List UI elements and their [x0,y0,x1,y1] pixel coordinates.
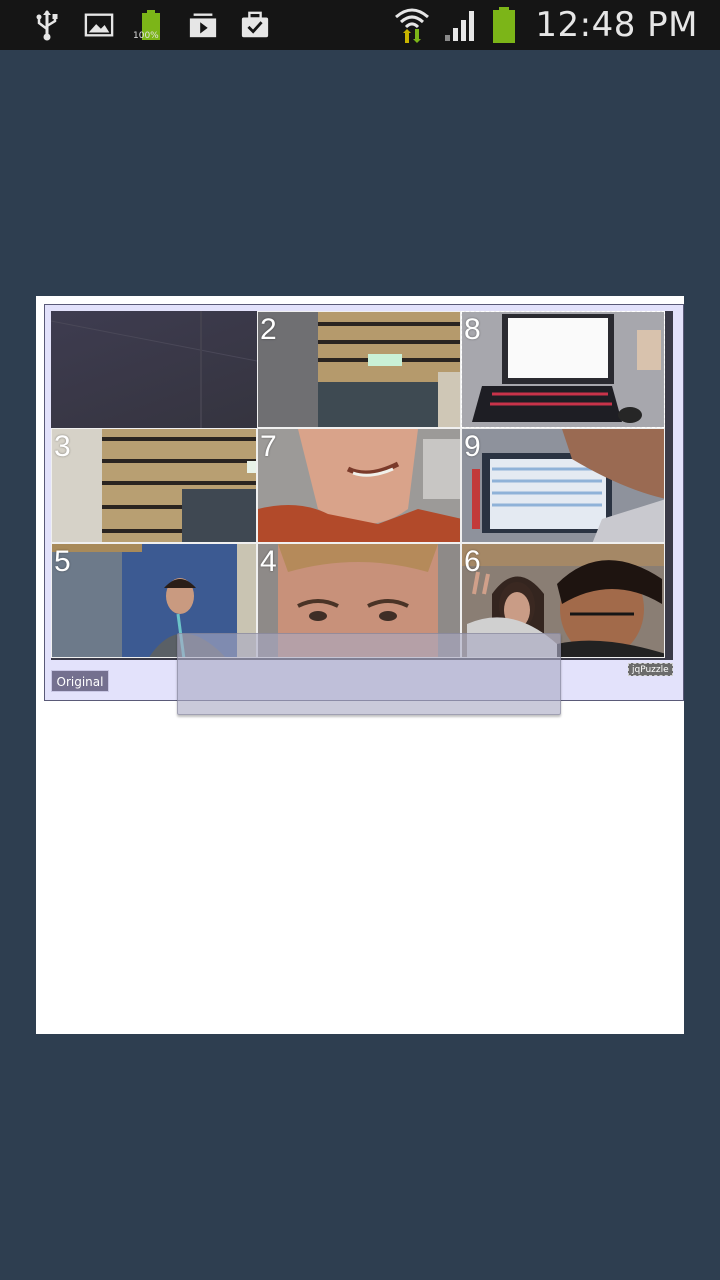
system-icons: 12:48 PM [393,4,698,46]
puzzle-tile-9[interactable]: 9 [461,428,665,543]
jqpuzzle-badge[interactable]: jqPuzzle [628,663,673,676]
tile-number: 7 [260,430,277,463]
briefcase-check-icon [240,10,270,40]
content-card: 2 8 3 7 9 5 4 6 Original jqPuzzle [36,296,684,1034]
tile-number: 9 [464,430,481,463]
puzzle-tile-3[interactable]: 3 [51,428,257,543]
tile-number: 8 [464,313,481,346]
status-bar: 100% 12:48 PM [0,0,720,50]
wifi-icon [393,5,431,45]
tile-number: 6 [464,545,481,578]
media-icon [188,10,218,40]
tile-number: 3 [54,430,71,463]
puzzle-empty-slot[interactable] [51,311,257,428]
image-icon [84,10,114,40]
battery-icon [491,6,517,44]
puzzle-board: 2 8 3 7 9 5 4 6 [51,311,673,660]
puzzle-tile-8[interactable]: 8 [461,311,665,428]
puzzle-tile-2[interactable]: 2 [257,311,461,428]
tile-number: 2 [260,313,277,346]
clock: 12:48 PM [535,5,698,45]
tile-number: 5 [54,545,71,578]
puzzle-frame: 2 8 3 7 9 5 4 6 Original jqPuzzle [44,304,684,715]
original-button[interactable]: Original [51,670,109,692]
puzzle-tile-7[interactable]: 7 [257,428,461,543]
tile-number: 4 [260,545,277,578]
usb-icon [32,10,62,41]
signal-icon [443,7,479,43]
toast-overlay [177,633,561,715]
battery-percent-label: 100% [133,31,159,41]
battery-saver-icon: 100% [133,10,166,41]
notification-icons: 100% [32,8,270,42]
